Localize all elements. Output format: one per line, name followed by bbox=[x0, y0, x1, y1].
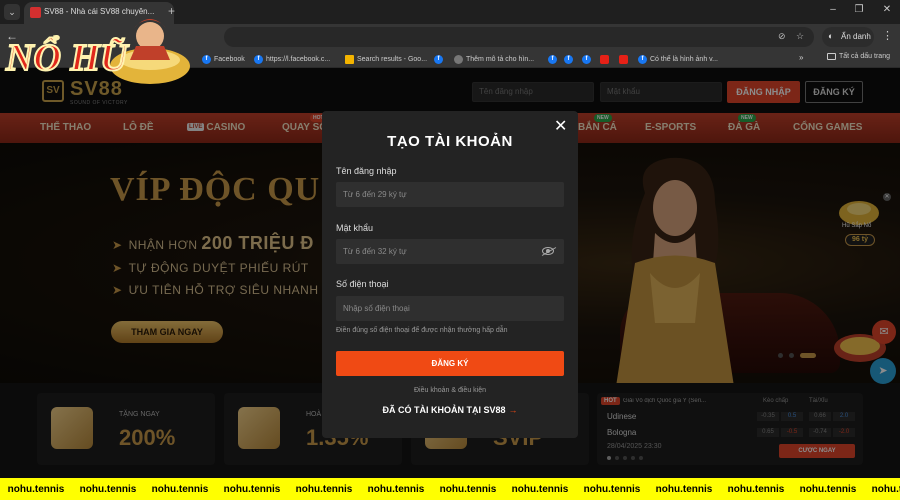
ticker-item: nohu.tennis bbox=[79, 483, 137, 495]
register-modal: TẠO TÀI KHOẢN ✕ Tên đăng nhập Mật khẩu S… bbox=[322, 111, 578, 438]
facebook-icon: f bbox=[548, 54, 557, 64]
facebook-icon: f bbox=[434, 54, 443, 64]
toggle-password-visibility-icon[interactable] bbox=[542, 247, 554, 255]
watermark-ticker: nohu.tennis nohu.tennis nohu.tennis nohu.te… bbox=[0, 478, 900, 500]
ticker-item: nohu.tennis bbox=[439, 483, 497, 495]
phone-label: Số điện thoại bbox=[336, 279, 389, 289]
facebook-icon: f bbox=[638, 54, 647, 64]
minimize-icon[interactable]: – bbox=[826, 4, 840, 15]
incognito-label: Ẩn danh bbox=[841, 32, 871, 41]
bookmark-label: Thêm mô tả cho hìn... bbox=[466, 55, 535, 63]
ticker-item: nohu.tennis bbox=[655, 483, 713, 495]
youtube-icon bbox=[619, 54, 628, 64]
bookmark-star-icon[interactable]: ☆ bbox=[796, 31, 804, 42]
bookmark-item[interactable]: f Có thể là hình ảnh v... bbox=[638, 53, 718, 65]
bookmark-label: https://l.facebook.c... bbox=[266, 55, 331, 63]
username-input[interactable] bbox=[336, 182, 564, 207]
bookmark-item[interactable]: Thêm mô tả cho hìn... bbox=[454, 53, 534, 65]
facebook-icon: f bbox=[202, 54, 211, 64]
bookmark-item[interactable]: f bbox=[564, 53, 573, 65]
drive-icon bbox=[345, 54, 354, 64]
eye-off-icon[interactable]: ⊘ bbox=[778, 31, 786, 42]
ticker-item: nohu.tennis bbox=[871, 483, 900, 495]
no-hu-logo: NỔ HŨ bbox=[4, 19, 190, 84]
terms-link[interactable]: Điều khoản & điều kiện bbox=[322, 387, 578, 394]
facebook-icon: f bbox=[254, 54, 263, 64]
bookmark-item[interactable]: f bbox=[434, 53, 443, 65]
bookmark-label: Search results - Goo... bbox=[357, 55, 428, 63]
address-bar[interactable]: ⊘ ☆ bbox=[224, 27, 814, 47]
incognito-icon: ◐ bbox=[828, 31, 834, 41]
bookmark-item[interactable]: Search results - Goo... bbox=[345, 53, 427, 65]
ticker-item: nohu.tennis bbox=[583, 483, 641, 495]
bookmark-item[interactable]: f bbox=[582, 53, 591, 65]
bookmark-item[interactable] bbox=[600, 53, 609, 65]
facebook-icon: f bbox=[564, 54, 573, 64]
ticker-item: nohu.tennis bbox=[223, 483, 281, 495]
bookmark-item[interactable]: f https://l.facebook.c... bbox=[254, 53, 330, 65]
screen: ⌄ SV88 - Nhà cái SV88 chuyên... + – ❐ ✕ … bbox=[0, 0, 900, 500]
register-submit-button[interactable]: ĐĂNG KÝ bbox=[336, 351, 564, 376]
bookmarks-overflow-icon[interactable]: » bbox=[799, 53, 803, 62]
facebook-icon: f bbox=[582, 54, 591, 64]
logo-lettering: NỔ HŨ bbox=[5, 36, 130, 79]
login-link[interactable]: ĐÃ CÓ TÀI KHOẢN TẠI SV88 → bbox=[322, 405, 578, 415]
ticker-item: nohu.tennis bbox=[295, 483, 353, 495]
ticker-item: nohu.tennis bbox=[727, 483, 785, 495]
arrow-right-icon: → bbox=[508, 405, 518, 415]
browser-menu-icon[interactable]: ⋮ bbox=[882, 29, 893, 42]
restore-icon[interactable]: ❐ bbox=[852, 4, 866, 15]
bookmark-label: Facebook bbox=[214, 55, 245, 63]
bookmark-label: Có thể là hình ảnh v... bbox=[650, 55, 718, 63]
all-bookmarks-label: Tất cả dấu trang bbox=[839, 53, 890, 60]
phone-input[interactable] bbox=[336, 296, 564, 321]
bookmark-item[interactable]: f Facebook bbox=[202, 53, 245, 65]
globe-icon bbox=[454, 54, 463, 64]
password-input[interactable] bbox=[336, 239, 564, 264]
all-bookmarks-button[interactable]: Tất cả dấu trang bbox=[827, 53, 890, 60]
youtube-icon bbox=[600, 54, 609, 64]
ticker-item: nohu.tennis bbox=[799, 483, 857, 495]
username-label: Tên đăng nhập bbox=[336, 166, 397, 176]
phone-hint: Điền đúng số điện thoại để được nhận thư… bbox=[336, 327, 508, 334]
login-link-label: ĐÃ CÓ TÀI KHOẢN TẠI SV88 bbox=[382, 405, 506, 415]
modal-title: TẠO TÀI KHOẢN bbox=[387, 133, 513, 150]
ticker-item: nohu.tennis bbox=[151, 483, 209, 495]
close-window-icon[interactable]: ✕ bbox=[880, 4, 894, 15]
bookmark-item[interactable] bbox=[619, 53, 628, 65]
incognito-button[interactable]: ◐ Ẩn danh bbox=[822, 27, 874, 47]
password-label: Mật khẩu bbox=[336, 223, 374, 233]
close-icon[interactable]: ✕ bbox=[554, 119, 567, 135]
folder-icon bbox=[827, 53, 836, 60]
bookmark-item[interactable]: f bbox=[548, 53, 557, 65]
ticker-item: nohu.tennis bbox=[511, 483, 569, 495]
ticker-item: nohu.tennis bbox=[367, 483, 425, 495]
ticker-item: nohu.tennis bbox=[7, 483, 65, 495]
